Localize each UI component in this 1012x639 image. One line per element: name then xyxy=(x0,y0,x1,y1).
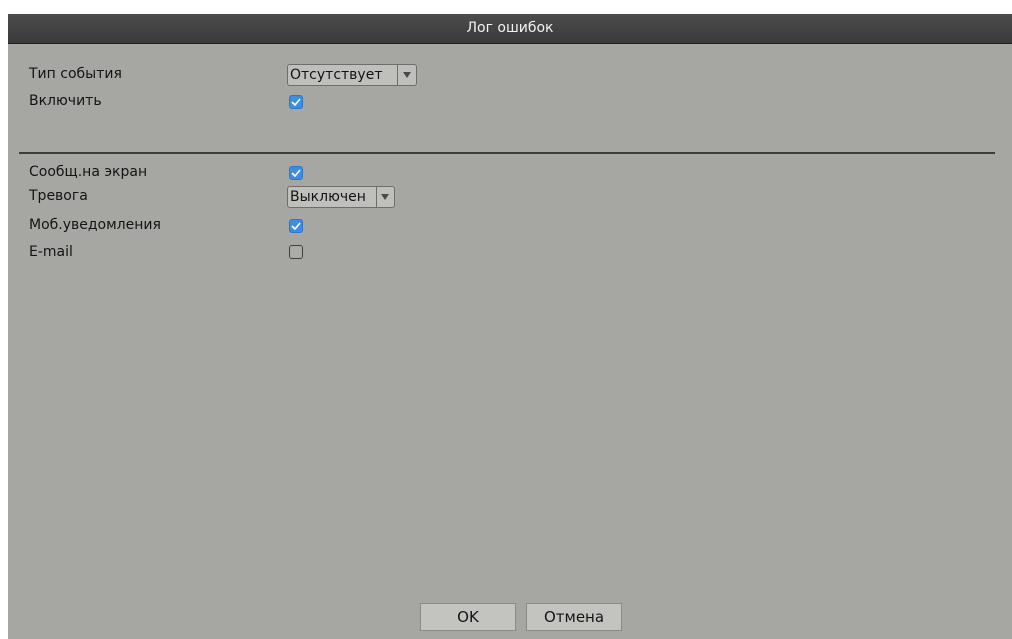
enable-checkbox[interactable] xyxy=(289,95,303,109)
dialog-title: Лог ошибок xyxy=(8,14,1012,44)
chevron-down-icon xyxy=(377,187,394,207)
cancel-button[interactable]: Отмена xyxy=(526,603,622,631)
alarm-label: Тревога xyxy=(29,188,88,204)
mobile-notify-label: Моб.уведомления xyxy=(29,217,161,233)
event-type-label: Тип события xyxy=(29,66,122,82)
ok-button[interactable]: OK xyxy=(420,603,516,631)
screen-message-checkbox[interactable] xyxy=(289,166,303,180)
checkmark-icon xyxy=(291,98,301,106)
event-type-value: Отсутствует xyxy=(288,65,399,85)
screen-message-label: Сообщ.на экран xyxy=(29,164,148,180)
alarm-select[interactable]: Выключен xyxy=(287,186,395,208)
checkmark-icon xyxy=(291,169,301,177)
email-checkbox[interactable] xyxy=(289,245,303,259)
enable-label: Включить xyxy=(29,93,102,109)
error-log-dialog: Лог ошибок Тип события Отсутствует Включ… xyxy=(8,14,1012,639)
email-label: E-mail xyxy=(29,244,73,260)
event-type-select[interactable]: Отсутствует xyxy=(287,64,417,86)
alarm-value: Выключен xyxy=(288,187,377,207)
mobile-notify-checkbox[interactable] xyxy=(289,219,303,233)
checkmark-icon xyxy=(291,222,301,230)
chevron-down-icon xyxy=(398,65,416,85)
section-divider xyxy=(19,152,995,154)
